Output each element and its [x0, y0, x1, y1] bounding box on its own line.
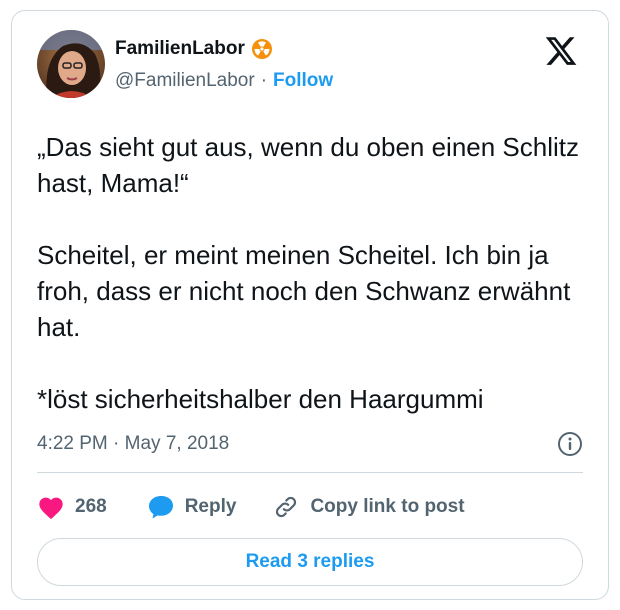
- copy-link-label: Copy link to post: [310, 496, 465, 517]
- x-logo-icon[interactable]: [544, 34, 578, 68]
- avatar[interactable]: [37, 30, 105, 98]
- actions-bar: 268 Reply Copy link to post: [37, 489, 465, 525]
- heart-icon: [37, 494, 65, 520]
- reply-button[interactable]: Reply: [147, 494, 237, 520]
- divider: [37, 472, 583, 473]
- tweet-timestamp[interactable]: 4:22 PM · May 7, 2018: [37, 433, 229, 455]
- follow-button[interactable]: Follow: [273, 70, 333, 92]
- author-handle[interactable]: @FamilienLabor: [115, 70, 255, 92]
- reply-label: Reply: [184, 496, 237, 517]
- tweet-meta-row: 4:22 PM · May 7, 2018: [37, 429, 583, 459]
- author-handle-row: @FamilienLabor · Follow: [115, 70, 333, 92]
- tweet-card: FamilienLabor @FamilienLabor · Follow „D…: [11, 10, 609, 600]
- reply-bubble-icon: [147, 494, 175, 520]
- copy-link-button[interactable]: Copy link to post: [272, 494, 465, 520]
- separator-dot: ·: [260, 70, 268, 91]
- read-replies-button[interactable]: Read 3 replies: [37, 538, 583, 586]
- like-button[interactable]: 268: [37, 494, 107, 520]
- like-count: 268: [75, 496, 107, 517]
- info-icon[interactable]: [557, 431, 583, 457]
- tweet-text: „Das sieht gut aus, wenn du oben einen S…: [37, 132, 580, 414]
- link-icon: [272, 494, 300, 520]
- author-display-name[interactable]: FamilienLabor: [115, 38, 245, 60]
- radioactive-icon: [251, 38, 273, 60]
- author-name-row: FamilienLabor: [115, 38, 273, 60]
